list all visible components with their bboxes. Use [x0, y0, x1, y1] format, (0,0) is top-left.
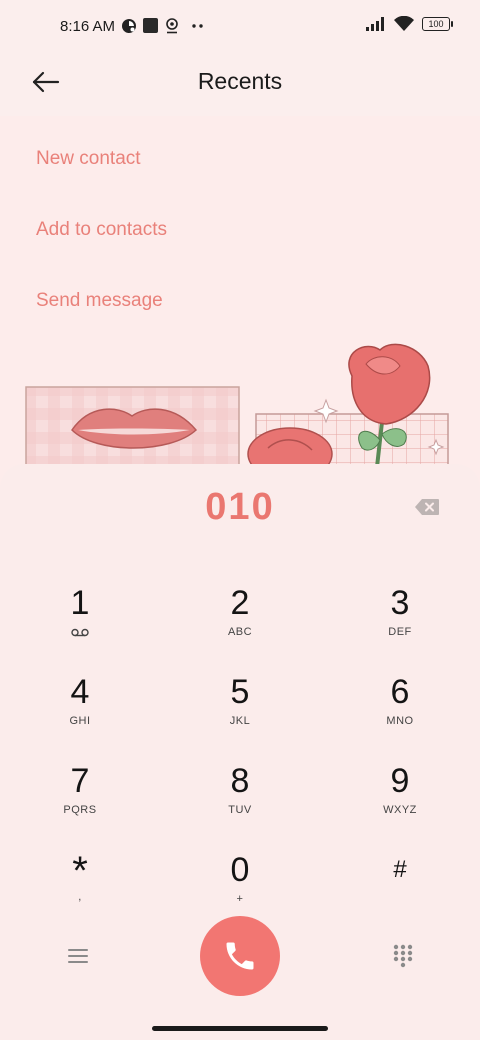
key-digit: 2 [230, 584, 250, 622]
location-pin-icon [166, 18, 178, 34]
key-digit: # [393, 856, 407, 883]
key-digit: 4 [70, 673, 90, 711]
key-letters: DEF [388, 626, 412, 638]
dial-key-1[interactable]: 1 [20, 580, 140, 660]
battery-level: 100 [428, 19, 444, 29]
more-dots-icon [192, 24, 203, 28]
dial-key-7[interactable]: 7 PQRS [20, 758, 140, 838]
key-letters: , [78, 891, 82, 903]
dial-key-6[interactable]: 6 MNO [340, 669, 460, 749]
key-letters: JKL [229, 715, 251, 727]
signal-icon [366, 17, 384, 31]
wifi-icon [394, 16, 414, 31]
page-title: Recents [197, 68, 283, 94]
key-digit: 6 [390, 673, 410, 711]
dial-key-star[interactable]: * , [20, 847, 140, 927]
dial-key-8[interactable]: 8 TUV [180, 758, 300, 838]
status-right-group: 100 [366, 16, 453, 32]
key-digit: 8 [230, 762, 250, 800]
key-digit: 0 [230, 851, 250, 889]
add-to-contacts-link[interactable]: Add to contacts [36, 219, 167, 241]
dial-key-5[interactable]: 5 JKL [180, 669, 300, 749]
key-letters: + [236, 893, 244, 905]
key-digit: 1 [70, 584, 90, 622]
menu-lines-icon[interactable] [66, 946, 90, 966]
dial-key-3[interactable]: 3 DEF [340, 580, 460, 660]
dial-key-9[interactable]: 9 WXYZ [340, 758, 460, 838]
phone-icon [226, 942, 254, 970]
dial-key-hash[interactable]: # [340, 847, 460, 927]
key-letters: GHI [69, 715, 91, 727]
home-indicator[interactable] [152, 1026, 328, 1031]
dial-key-2[interactable]: 2 ABC [180, 580, 300, 660]
call-button[interactable] [200, 916, 280, 996]
backspace-icon[interactable] [414, 498, 440, 516]
voicemail-icon [71, 628, 89, 637]
key-letters: TUV [228, 804, 252, 816]
key-letters: MNO [386, 715, 414, 727]
status-bar: 8:16 AM 100 [0, 0, 480, 56]
key-letters: WXYZ [383, 804, 417, 816]
key-letters: PQRS [63, 804, 97, 816]
key-digit: 5 [230, 673, 250, 711]
key-digit: 9 [390, 762, 410, 800]
new-contact-link[interactable]: New contact [36, 148, 141, 170]
square-notification-icon [143, 18, 158, 33]
dial-key-4[interactable]: 4 GHI [20, 669, 140, 749]
key-letters: ABC [227, 626, 253, 638]
send-message-link[interactable]: Send message [36, 290, 163, 312]
theme-decoration-illustration [25, 343, 449, 476]
status-time: 8:16 AM [60, 18, 116, 35]
key-digit: 7 [70, 762, 90, 800]
header: Recents [0, 56, 480, 116]
battery-icon: 100 [422, 17, 453, 31]
dialed-number: 010 [205, 486, 275, 528]
key-digit: 3 [390, 584, 410, 622]
clock-badge-icon [122, 19, 136, 33]
dialpad-grid-icon[interactable] [392, 944, 414, 968]
dial-key-0[interactable]: 0 + [180, 847, 300, 927]
dialpad-panel: 010 1 2 ABC 3 DEF 4 GHI 5 JKL 6 MNO 7 PQ… [0, 464, 480, 1040]
key-digit: * [72, 849, 88, 893]
